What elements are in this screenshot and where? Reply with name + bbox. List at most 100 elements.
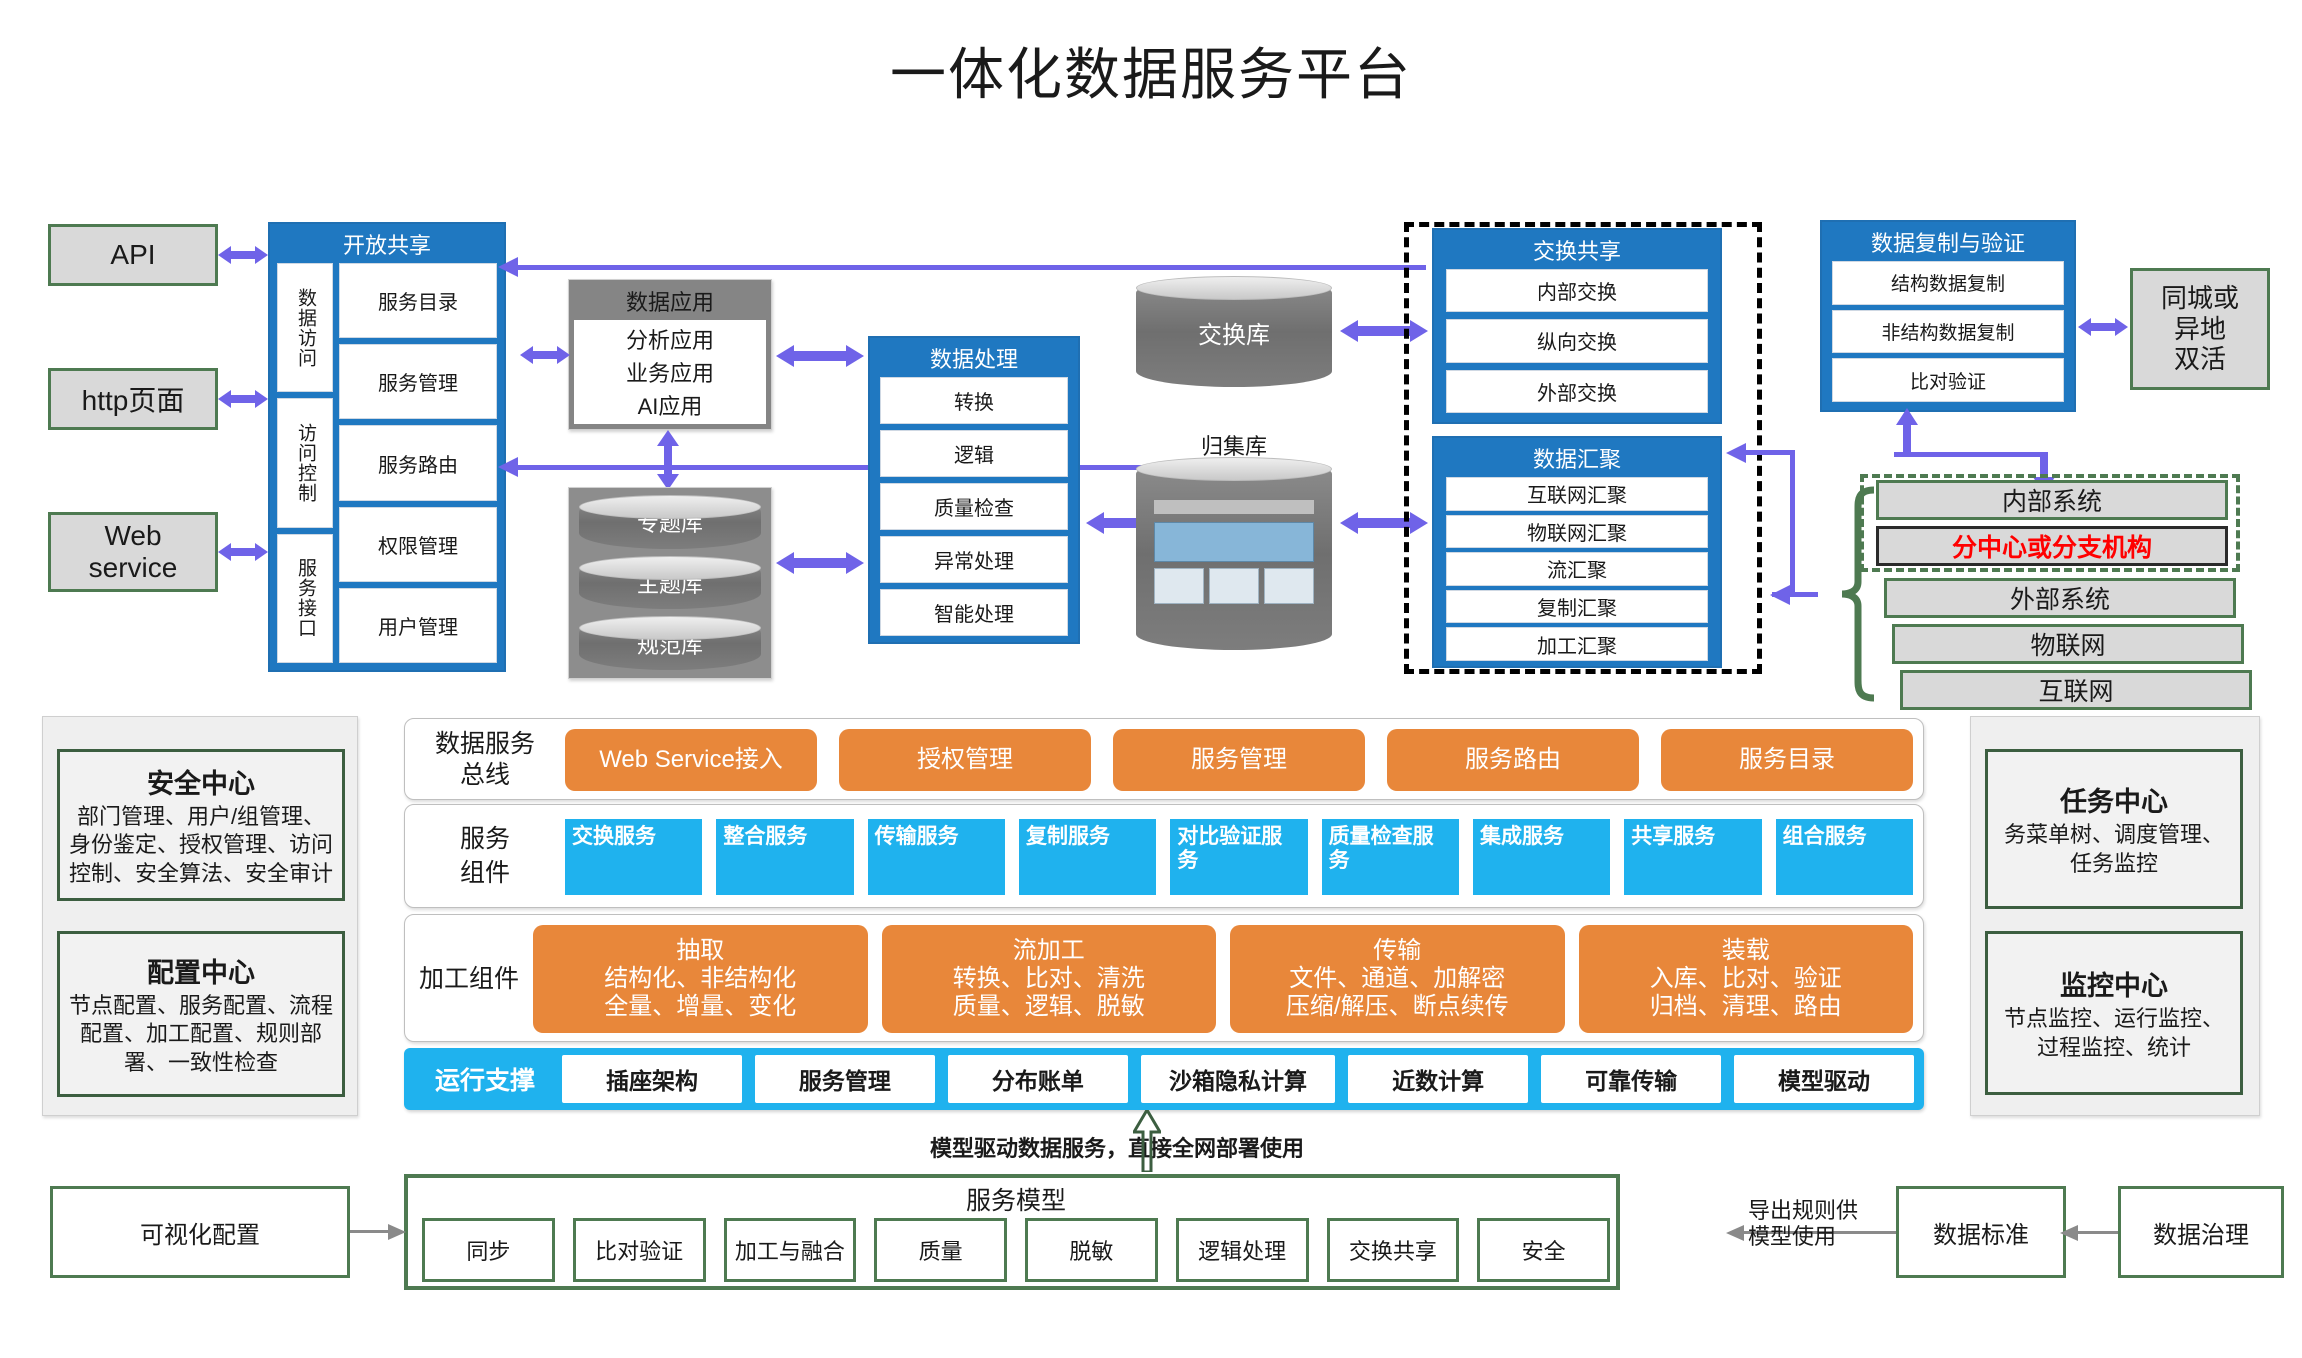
openshare-left-item[interactable]: 数据访问 [277, 263, 333, 393]
processing-component-load[interactable]: 装载 入库、比对、验证 归档、清理、路由 [1578, 925, 1913, 1033]
system-box-branch[interactable]: 分中心或分支机构 [1876, 526, 2228, 566]
replication-item[interactable]: 比对验证 [1832, 358, 2064, 403]
system-box-internal[interactable]: 内部系统 [1876, 480, 2228, 520]
monitor-center-box[interactable]: 监控中心 节点监控、运行监控、过程监控、统计 [1985, 931, 2243, 1095]
system-label: 外部系统 [2009, 586, 2110, 614]
row-processing-components: 加工组件 抽取 结构化、非结构化 全量、增量、变化 流加工 转换、比对、清洗 质… [404, 914, 1924, 1042]
service-model-item[interactable]: 交换共享 [1326, 1218, 1460, 1282]
exchange-item[interactable]: 外部交换 [1446, 369, 1708, 413]
client-box-webservice[interactable]: Web service [48, 512, 218, 592]
aggregation-item[interactable]: 物联网汇聚 [1446, 514, 1708, 549]
service-model-item[interactable]: 逻辑处理 [1175, 1218, 1309, 1282]
runtime-item[interactable]: 沙箱隐私计算 [1140, 1055, 1336, 1103]
pc-title: 流加工 [1012, 936, 1085, 964]
exchange-item[interactable]: 内部交换 [1446, 269, 1708, 313]
service-component-item[interactable]: 交换服务 [565, 819, 703, 895]
arrow-dataapp-to-libraries [655, 430, 681, 490]
panel-replication: 数据复制与验证 结构数据复制 非结构数据复制 比对验证 [1820, 220, 2076, 412]
openshare-right-item[interactable]: 用户管理 [339, 587, 497, 664]
openshare-right-item[interactable]: 服务路由 [339, 425, 497, 501]
store-collect-db[interactable]: 归集库 [1136, 430, 1332, 650]
service-bus-item[interactable]: Web Service接入 [565, 729, 817, 791]
data-app-item[interactable]: 业务应用 [574, 356, 766, 388]
arrow-api-to-openshare [218, 243, 268, 267]
openshare-left-item[interactable]: 服务接口 [277, 533, 333, 663]
library-item[interactable]: 专题库 [579, 495, 761, 549]
task-center-box[interactable]: 任务中心 务菜单树、调度管理、任务监控 [1985, 749, 2243, 909]
service-model-item[interactable]: 脱敏 [1025, 1218, 1158, 1282]
processing-item[interactable]: 转换 [880, 377, 1068, 424]
system-box-internet[interactable]: 互联网 [1900, 670, 2252, 710]
exchange-item[interactable]: 纵向交换 [1446, 319, 1708, 363]
replication-item[interactable]: 非结构数据复制 [1832, 309, 2064, 354]
system-box-iot[interactable]: 物联网 [1892, 624, 2244, 664]
panel-data-aggregation: 数据汇聚 互联网汇聚 物联网汇聚 流汇聚 复制汇聚 加工汇聚 [1432, 436, 1722, 668]
runtime-item[interactable]: 模型驱动 [1734, 1055, 1914, 1103]
box-data-governance[interactable]: 数据治理 [2118, 1186, 2284, 1278]
monitor-center-body: 节点监控、运行监控、过程监控、统计 [2003, 1006, 2224, 1060]
service-bus-item[interactable]: 服务管理 [1113, 729, 1365, 791]
processing-component-stream[interactable]: 流加工 转换、比对、清洗 质量、逻辑、脱敏 [881, 925, 1216, 1033]
arrow-dataapp-to-processing [776, 343, 864, 369]
service-bus-item[interactable]: 授权管理 [839, 729, 1091, 791]
service-component-item[interactable]: 组合服务 [1775, 819, 1913, 895]
runtime-item[interactable]: 插座架构 [562, 1055, 742, 1103]
data-app-item[interactable]: AI应用 [574, 389, 766, 421]
openshare-right-item[interactable]: 服务管理 [339, 344, 497, 420]
runtime-item[interactable]: 服务管理 [754, 1055, 935, 1103]
aggregation-item[interactable]: 互联网汇聚 [1446, 477, 1708, 511]
security-center-body: 部门管理、用户/组管理、身份鉴定、授权管理、访问控制、安全算法、安全审计 [68, 804, 333, 886]
client-box-api[interactable]: API [48, 224, 218, 286]
box-dual-active[interactable]: 同城或 异地 双活 [2130, 268, 2270, 390]
replication-item[interactable]: 结构数据复制 [1832, 261, 2064, 305]
runtime-item[interactable]: 可靠传输 [1541, 1055, 1722, 1103]
service-model-item[interactable]: 安全 [1477, 1218, 1610, 1282]
config-center-box[interactable]: 配置中心 节点配置、服务配置、流程配置、加工配置、规则部署、一致性检查 [57, 931, 345, 1097]
service-bus-item[interactable]: 服务路由 [1387, 729, 1639, 791]
aggregation-item[interactable]: 加工汇聚 [1446, 627, 1708, 661]
row-label-processing-components: 加工组件 [418, 964, 519, 993]
panel-title: 交换共享 [1532, 239, 1621, 264]
service-component-item[interactable]: 传输服务 [867, 819, 1005, 895]
service-component-item[interactable]: 共享服务 [1624, 819, 1762, 895]
library-item[interactable]: 主题库 [579, 555, 761, 610]
service-model-item[interactable]: 质量 [874, 1218, 1007, 1282]
box-data-standard[interactable]: 数据标准 [1896, 1186, 2066, 1278]
service-model-item[interactable]: 同步 [422, 1218, 555, 1282]
service-bus-item[interactable]: 服务目录 [1661, 729, 1913, 791]
box-visual-config[interactable]: 可视化配置 [50, 1186, 350, 1278]
client-box-http[interactable]: http页面 [48, 368, 218, 430]
service-component-item[interactable]: 质量检查服务 [1321, 819, 1459, 895]
service-component-item[interactable]: 整合服务 [716, 819, 854, 895]
library-item[interactable]: 规范库 [579, 616, 761, 671]
pc-line: 质量、逻辑、脱敏 [952, 993, 1145, 1021]
security-center-box[interactable]: 安全中心 部门管理、用户/组管理、身份鉴定、授权管理、访问控制、安全算法、安全审… [57, 749, 345, 901]
service-model-item[interactable]: 加工与融合 [723, 1218, 857, 1282]
arrow-replication-to-dualactive [2078, 315, 2128, 339]
service-component-item[interactable]: 对比验证服务 [1170, 819, 1308, 895]
openshare-right-item[interactable]: 服务目录 [339, 263, 497, 339]
processing-component-extract[interactable]: 抽取 结构化、非结构化 全量、增量、变化 [533, 925, 868, 1033]
service-component-item[interactable]: 复制服务 [1018, 819, 1157, 895]
row-service-components: 服务 组件 交换服务 整合服务 传输服务 复制服务 对比验证服务 质量检查服务 … [404, 804, 1924, 908]
service-model-title: 服务模型 [965, 1187, 1066, 1215]
openshare-left-item[interactable]: 访问控制 [277, 398, 333, 528]
runtime-item[interactable]: 分布账单 [947, 1055, 1128, 1103]
system-box-external[interactable]: 外部系统 [1884, 578, 2236, 618]
security-center-title: 安全中心 [147, 769, 255, 800]
aggregation-item[interactable]: 复制汇聚 [1446, 589, 1708, 624]
service-model-item[interactable]: 比对验证 [572, 1218, 706, 1282]
arrow-head-systems [1770, 584, 1792, 606]
service-component-item[interactable]: 集成服务 [1472, 819, 1611, 895]
processing-item[interactable]: 异常处理 [880, 536, 1068, 583]
store-exchange-db[interactable]: 交换库 [1136, 276, 1332, 387]
runtime-item[interactable]: 近数计算 [1348, 1055, 1529, 1103]
openshare-right-item[interactable]: 权限管理 [339, 506, 497, 582]
system-label: 物联网 [2030, 632, 2106, 660]
processing-item[interactable]: 智能处理 [880, 589, 1068, 636]
processing-component-transfer[interactable]: 传输 文件、通道、加解密 压缩/解压、断点续传 [1230, 925, 1565, 1033]
aggregation-item[interactable]: 流汇聚 [1446, 552, 1708, 586]
data-app-item[interactable]: 分析应用 [574, 323, 766, 355]
processing-item[interactable]: 质量检查 [880, 483, 1068, 530]
processing-item[interactable]: 逻辑 [880, 430, 1068, 477]
